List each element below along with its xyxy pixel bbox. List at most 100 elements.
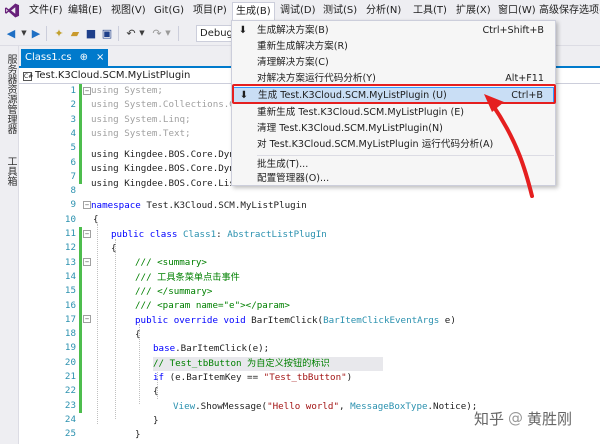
code-comment: // Test_tbButton 为自定义按钮的标识 bbox=[153, 357, 383, 372]
namespace-name: Test.K3Cloud.SCM.MyListPlugin bbox=[140, 200, 307, 211]
line-number: 23 bbox=[64, 399, 76, 411]
menu-build[interactable]: 生成(B) bbox=[232, 2, 275, 21]
indent-guide bbox=[115, 239, 116, 419]
line-number: 1 bbox=[70, 85, 76, 96]
chevron-down-icon[interactable]: ▼ bbox=[138, 26, 146, 41]
code-punct: : bbox=[216, 229, 228, 240]
keyword: base bbox=[153, 343, 176, 354]
menu-view[interactable]: 视图(V) bbox=[108, 3, 149, 19]
menu-item-label: 重新生成 Test.K3Cloud.SCM.MyListPlugin (E) bbox=[257, 107, 465, 118]
save-all-icon[interactable]: ▣ bbox=[100, 26, 114, 41]
type-name: MessageBoxType bbox=[350, 401, 428, 412]
watermark-site: 知乎 bbox=[474, 409, 505, 428]
chevron-down-icon[interactable]: ▼ bbox=[164, 26, 172, 41]
menu-item-clean-solution[interactable]: 清理解决方案(C) bbox=[233, 55, 554, 71]
fold-toggle[interactable]: − bbox=[83, 315, 91, 323]
code-line: base.BarItemClick(e); bbox=[153, 342, 269, 356]
chevron-down-icon[interactable]: ▼ bbox=[20, 26, 28, 41]
line-number: 5 bbox=[70, 142, 76, 154]
close-icon[interactable]: × bbox=[96, 49, 104, 66]
fold-toggle[interactable]: − bbox=[83, 230, 91, 238]
new-project-icon[interactable]: ✦ bbox=[52, 26, 66, 41]
code-text: (e.BarItemKey == bbox=[164, 372, 264, 383]
code-punct: e) bbox=[439, 315, 456, 326]
menu-git[interactable]: Git(G) bbox=[151, 3, 187, 19]
menu-window[interactable]: 窗口(W) bbox=[495, 3, 539, 19]
string-literal: "Hello world" bbox=[267, 401, 339, 412]
code-line: { bbox=[135, 329, 141, 340]
comment-text: 工具条菜单点击事件 bbox=[157, 272, 240, 283]
type-name: View bbox=[173, 401, 196, 412]
undo-icon[interactable]: ↶ bbox=[124, 26, 138, 41]
menu-advanced-save[interactable]: 高级保存选项( bbox=[536, 3, 600, 19]
code-line: using System.Collections.Ge bbox=[91, 99, 241, 110]
toolbar-separator bbox=[178, 26, 179, 41]
code-line: } bbox=[135, 429, 141, 440]
line-number: 16 bbox=[64, 299, 76, 311]
code-comment: /// 工具条菜单点击事件 bbox=[135, 271, 240, 285]
pin-icon[interactable]: ⊕ bbox=[80, 49, 88, 66]
open-icon[interactable]: ▰ bbox=[68, 26, 82, 41]
keyword: public override void bbox=[135, 315, 246, 326]
code-line: public override void BarItemClick(BarIte… bbox=[135, 314, 456, 328]
menu-extensions[interactable]: 扩展(X) bbox=[453, 3, 494, 19]
string-literal: "Test_tbButton" bbox=[263, 372, 347, 383]
project-navigation-combo[interactable]: C# Test.K3Cloud.SCM.MyListPlugin bbox=[23, 69, 190, 83]
watermark: 知乎 @ 黄胜刚 bbox=[474, 408, 572, 428]
code-punct: .Notice); bbox=[427, 401, 478, 412]
solution-configuration-select[interactable]: Debug bbox=[196, 25, 236, 42]
menu-edit[interactable]: 编辑(E) bbox=[65, 3, 105, 19]
project-navigation-label: Test.K3Cloud.SCM.MyListPlugin bbox=[35, 70, 191, 81]
back-icon[interactable]: ◀ bbox=[4, 26, 18, 41]
code-line: using Kingdee.BOS.Core.List bbox=[91, 178, 241, 189]
save-icon[interactable]: ■ bbox=[84, 26, 98, 41]
code-comment: /// </summary> bbox=[135, 286, 213, 297]
line-number: 20 bbox=[64, 356, 76, 368]
indent-guide bbox=[97, 224, 98, 424]
menu-debug[interactable]: 调试(D) bbox=[277, 3, 319, 19]
fold-toggle[interactable]: − bbox=[83, 258, 91, 266]
line-number: 2 bbox=[70, 99, 76, 111]
project-icon: C# bbox=[23, 71, 34, 81]
line-number: 25 bbox=[64, 428, 76, 440]
menu-item-label: 配置管理器(O)... bbox=[257, 173, 330, 184]
watermark-at: @ bbox=[508, 409, 524, 427]
side-tool-tabs: 服务器资源管理器 工具箱 bbox=[0, 46, 19, 444]
keyword: if bbox=[153, 372, 165, 383]
forward-icon[interactable]: ▶ bbox=[30, 26, 42, 41]
code-line: { bbox=[111, 243, 117, 254]
code-line: using Kingdee.BOS.Core.Dyna bbox=[91, 149, 241, 160]
redo-icon[interactable]: ↷ bbox=[150, 26, 164, 41]
change-indicator bbox=[79, 227, 82, 413]
code-text: .ShowMessage( bbox=[195, 401, 268, 412]
menu-project[interactable]: 项目(P) bbox=[190, 3, 230, 19]
menu-item-shortcut: Ctrl+Shift+B bbox=[482, 25, 544, 36]
fold-toggle[interactable]: − bbox=[83, 87, 91, 95]
menu-item-build-solution[interactable]: ⬇ 生成解决方案(B) Ctrl+Shift+B bbox=[233, 23, 554, 39]
comment-prefix: /// bbox=[135, 272, 158, 283]
line-number: 3 bbox=[70, 113, 76, 125]
code-line: } bbox=[153, 415, 159, 426]
menu-tools[interactable]: 工具(T) bbox=[410, 3, 450, 19]
toolbox-tab[interactable]: 工具箱 bbox=[3, 156, 16, 186]
keyword: namespace bbox=[91, 200, 141, 211]
comment-prefix: /// <param name= bbox=[135, 300, 224, 311]
line-number: 10 bbox=[64, 213, 76, 225]
code-line: { bbox=[93, 214, 99, 225]
menu-analyze[interactable]: 分析(N) bbox=[363, 3, 404, 19]
server-explorer-tab[interactable]: 服务器资源管理器 bbox=[3, 54, 16, 134]
code-line: using System.Text; bbox=[91, 128, 191, 139]
code-line: using System; bbox=[91, 85, 163, 96]
menu-item-rebuild-solution[interactable]: 重新生成解决方案(R) bbox=[233, 39, 554, 55]
code-comment: /// <summary> bbox=[135, 257, 207, 268]
code-text: .BarItemClick(e); bbox=[175, 343, 270, 354]
toolbar-separator bbox=[118, 26, 119, 41]
fold-toggle[interactable]: − bbox=[83, 201, 91, 209]
tab-class1-cs[interactable]: Class1.cs ⊕ × bbox=[21, 49, 109, 66]
build-icon: ⬇ bbox=[238, 25, 248, 36]
menu-test[interactable]: 测试(S) bbox=[320, 3, 360, 19]
watermark-author: 黄胜刚 bbox=[527, 409, 573, 428]
menu-file[interactable]: 文件(F) bbox=[26, 3, 66, 19]
visual-studio-logo-icon bbox=[4, 3, 20, 18]
code-punct: ) bbox=[346, 372, 353, 383]
